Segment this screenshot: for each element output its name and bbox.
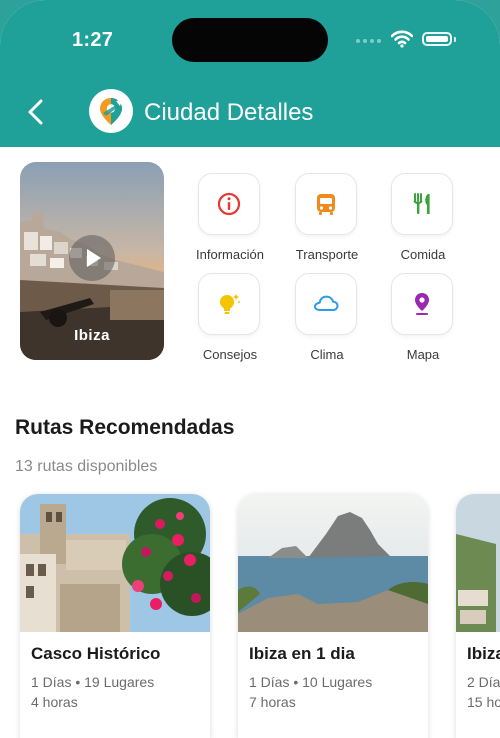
header-bar: 1:27 Ciudad Detalles [0,0,500,147]
action-label: Comida [400,247,446,262]
chevron-left-icon [28,99,43,125]
dynamic-island [172,18,328,62]
route-title: Ibiza en 1 dia [249,644,355,663]
weather-tile [295,273,357,335]
transport-button[interactable]: Transporte [282,173,372,273]
route-image [20,494,210,632]
app-logo [89,89,133,133]
action-label: Consejos [202,347,258,362]
play-icon [87,249,101,267]
weather-button[interactable]: Clima [282,273,372,373]
map-button[interactable]: Mapa [378,273,468,373]
route-title: Casco Histórico [31,644,161,663]
route-card[interactable]: Casco Histórico 1 Días • 19 Lugares 4 ho… [20,494,210,738]
action-label: Información [196,247,264,262]
page-title: Ciudad Detalles [144,99,314,126]
wifi-icon [391,30,413,48]
battery-tip [454,37,456,42]
route-image [456,494,500,632]
route-card[interactable]: Ibiza en 1 dia 1 Días • 10 Lugares 7 hor… [238,494,428,738]
map-pin-icon [415,293,429,315]
travel-pin-icon [100,98,122,125]
tips-tile [198,273,260,335]
section-subtitle: 13 rutas disponibles [15,458,158,475]
info-button[interactable]: Información [185,173,275,273]
status-icons [356,30,460,52]
route-duration: 7 horas [249,694,296,710]
route-title: Ibiza en 2 dias [467,644,500,663]
action-label: Transporte [295,247,359,262]
tips-button[interactable]: Consejos [185,273,275,373]
lightbulb-icon [220,294,240,314]
route-meta: 2 Días • 24 Lugares [467,674,500,690]
route-meta: 1 Días • 19 Lugares [31,674,155,690]
play-button[interactable] [69,235,115,281]
status-time: 1:27 [72,29,114,51]
section-title: Rutas Recomendadas [15,416,235,439]
route-meta: 1 Días • 10 Lugares [249,674,373,690]
app-screen: 1:27 Ciudad Detalles Ibiza Información T… [0,0,500,738]
utensils-icon [413,193,430,214]
city-name-label: Ibiza [74,327,110,344]
back-button[interactable] [24,98,50,126]
info-icon [217,192,241,216]
city-video-thumbnail[interactable]: Ibiza [20,162,164,360]
route-duration: 4 horas [31,694,78,710]
transport-tile [295,173,357,235]
route-image [238,494,428,632]
route-duration: 15 horas [467,694,500,710]
action-label: Mapa [406,347,440,362]
route-card[interactable]: Ibiza en 2 dias 2 Días • 24 Lugares 15 h… [456,494,500,738]
battery-icon [422,32,452,46]
food-button[interactable]: Comida [378,173,468,273]
map-tile [391,273,453,335]
cloud-icon [314,295,339,311]
signal-icon [356,39,381,43]
action-label: Clima [310,347,344,362]
info-tile [198,173,260,235]
food-tile [391,173,453,235]
bus-icon [317,194,335,215]
